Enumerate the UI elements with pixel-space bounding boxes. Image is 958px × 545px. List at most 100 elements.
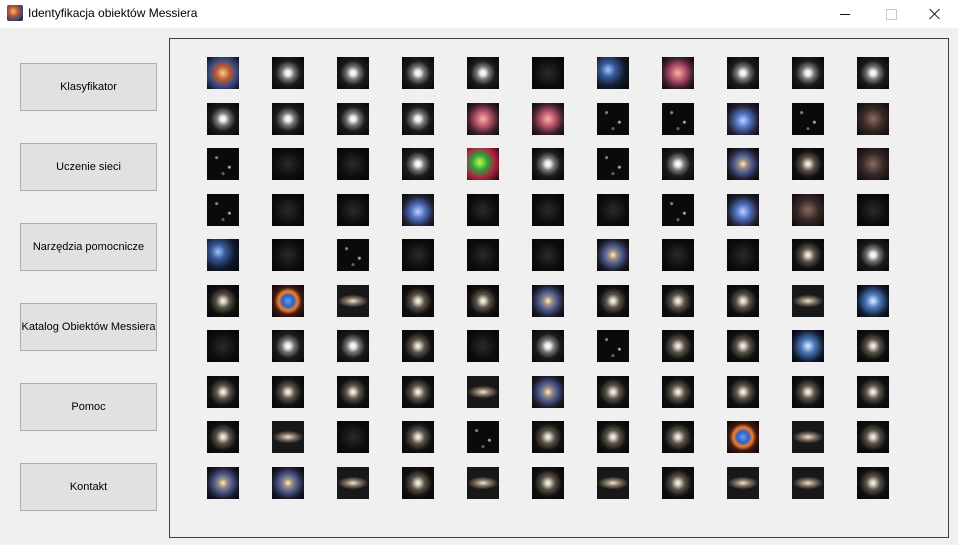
messier-thumbnail[interactable]: [727, 376, 759, 408]
messier-thumbnail[interactable]: [337, 376, 369, 408]
messier-thumbnail[interactable]: [207, 376, 239, 408]
messier-thumbnail[interactable]: [467, 148, 499, 180]
messier-thumbnail[interactable]: [857, 467, 889, 499]
messier-thumbnail[interactable]: [597, 285, 629, 317]
messier-thumbnail[interactable]: [467, 103, 499, 135]
messier-thumbnail[interactable]: [467, 57, 499, 89]
messier-thumbnail[interactable]: [272, 239, 304, 271]
help-button[interactable]: Pomoc: [20, 383, 157, 431]
messier-thumbnail[interactable]: [792, 148, 824, 180]
messier-thumbnail[interactable]: [857, 194, 889, 226]
messier-thumbnail[interactable]: [792, 330, 824, 362]
messier-thumbnail[interactable]: [597, 239, 629, 271]
messier-thumbnail[interactable]: [272, 194, 304, 226]
messier-thumbnail[interactable]: [467, 239, 499, 271]
messier-thumbnail[interactable]: [662, 239, 694, 271]
messier-thumbnail[interactable]: [532, 285, 564, 317]
messier-thumbnail[interactable]: [532, 57, 564, 89]
messier-thumbnail[interactable]: [597, 467, 629, 499]
messier-thumbnail[interactable]: [662, 421, 694, 453]
messier-thumbnail[interactable]: [532, 239, 564, 271]
messier-thumbnail[interactable]: [207, 285, 239, 317]
messier-thumbnail[interactable]: [792, 285, 824, 317]
messier-thumbnail[interactable]: [727, 467, 759, 499]
messier-thumbnail[interactable]: [402, 467, 434, 499]
messier-thumbnail[interactable]: [402, 194, 434, 226]
tools-button[interactable]: Narzędzia pomocnicze: [20, 223, 157, 271]
messier-thumbnail[interactable]: [857, 376, 889, 408]
messier-thumbnail[interactable]: [727, 239, 759, 271]
messier-thumbnail[interactable]: [402, 376, 434, 408]
messier-thumbnail[interactable]: [532, 148, 564, 180]
messier-thumbnail[interactable]: [337, 103, 369, 135]
messier-thumbnail[interactable]: [597, 103, 629, 135]
messier-thumbnail[interactable]: [337, 194, 369, 226]
messier-thumbnail[interactable]: [597, 57, 629, 89]
messier-thumbnail[interactable]: [207, 467, 239, 499]
messier-thumbnail[interactable]: [467, 285, 499, 317]
title-bar[interactable]: Identyfikacja obiektów Messiera: [0, 0, 958, 28]
messier-thumbnail[interactable]: [272, 103, 304, 135]
messier-thumbnail[interactable]: [597, 330, 629, 362]
messier-thumbnail[interactable]: [662, 376, 694, 408]
messier-thumbnail[interactable]: [272, 57, 304, 89]
messier-thumbnail[interactable]: [662, 467, 694, 499]
messier-thumbnail[interactable]: [532, 194, 564, 226]
messier-thumbnail[interactable]: [402, 285, 434, 317]
messier-thumbnail[interactable]: [792, 239, 824, 271]
klasyfikator-button[interactable]: Klasyfikator: [20, 63, 157, 111]
messier-thumbnail[interactable]: [402, 57, 434, 89]
messier-thumbnail[interactable]: [207, 103, 239, 135]
messier-thumbnail[interactable]: [857, 421, 889, 453]
messier-thumbnail[interactable]: [597, 194, 629, 226]
messier-thumbnail[interactable]: [207, 57, 239, 89]
messier-thumbnail[interactable]: [532, 376, 564, 408]
messier-thumbnail[interactable]: [207, 421, 239, 453]
messier-thumbnail[interactable]: [337, 421, 369, 453]
messier-thumbnail[interactable]: [272, 148, 304, 180]
messier-thumbnail[interactable]: [532, 421, 564, 453]
messier-thumbnail[interactable]: [402, 421, 434, 453]
messier-thumbnail[interactable]: [337, 148, 369, 180]
messier-thumbnail[interactable]: [662, 103, 694, 135]
messier-thumbnail[interactable]: [207, 148, 239, 180]
messier-thumbnail[interactable]: [662, 285, 694, 317]
minimize-button[interactable]: [822, 0, 868, 28]
training-button[interactable]: Uczenie sieci: [20, 143, 157, 191]
messier-thumbnail[interactable]: [857, 57, 889, 89]
messier-thumbnail[interactable]: [792, 467, 824, 499]
messier-thumbnail[interactable]: [857, 148, 889, 180]
messier-thumbnail[interactable]: [337, 57, 369, 89]
messier-thumbnail[interactable]: [857, 285, 889, 317]
messier-thumbnail[interactable]: [532, 103, 564, 135]
messier-thumbnail[interactable]: [792, 103, 824, 135]
messier-thumbnail[interactable]: [337, 467, 369, 499]
messier-thumbnail[interactable]: [207, 330, 239, 362]
messier-thumbnail[interactable]: [597, 376, 629, 408]
messier-thumbnail[interactable]: [792, 57, 824, 89]
maximize-button[interactable]: [868, 0, 914, 28]
messier-thumbnail[interactable]: [792, 194, 824, 226]
messier-thumbnail[interactable]: [857, 239, 889, 271]
messier-thumbnail[interactable]: [727, 330, 759, 362]
messier-thumbnail[interactable]: [532, 467, 564, 499]
messier-thumbnail[interactable]: [727, 57, 759, 89]
close-button[interactable]: [912, 0, 958, 28]
messier-thumbnail[interactable]: [662, 194, 694, 226]
messier-thumbnail[interactable]: [272, 376, 304, 408]
messier-thumbnail[interactable]: [792, 376, 824, 408]
messier-thumbnail[interactable]: [467, 421, 499, 453]
catalog-button[interactable]: Katalog Obiektów Messiera: [20, 303, 157, 351]
messier-thumbnail[interactable]: [727, 103, 759, 135]
messier-thumbnail[interactable]: [272, 467, 304, 499]
messier-thumbnail[interactable]: [337, 239, 369, 271]
messier-thumbnail[interactable]: [662, 57, 694, 89]
messier-thumbnail[interactable]: [337, 330, 369, 362]
contact-button[interactable]: Kontakt: [20, 463, 157, 511]
messier-thumbnail[interactable]: [402, 239, 434, 271]
messier-thumbnail[interactable]: [727, 148, 759, 180]
messier-thumbnail[interactable]: [402, 148, 434, 180]
messier-thumbnail[interactable]: [467, 330, 499, 362]
messier-thumbnail[interactable]: [532, 330, 564, 362]
messier-thumbnail[interactable]: [597, 148, 629, 180]
